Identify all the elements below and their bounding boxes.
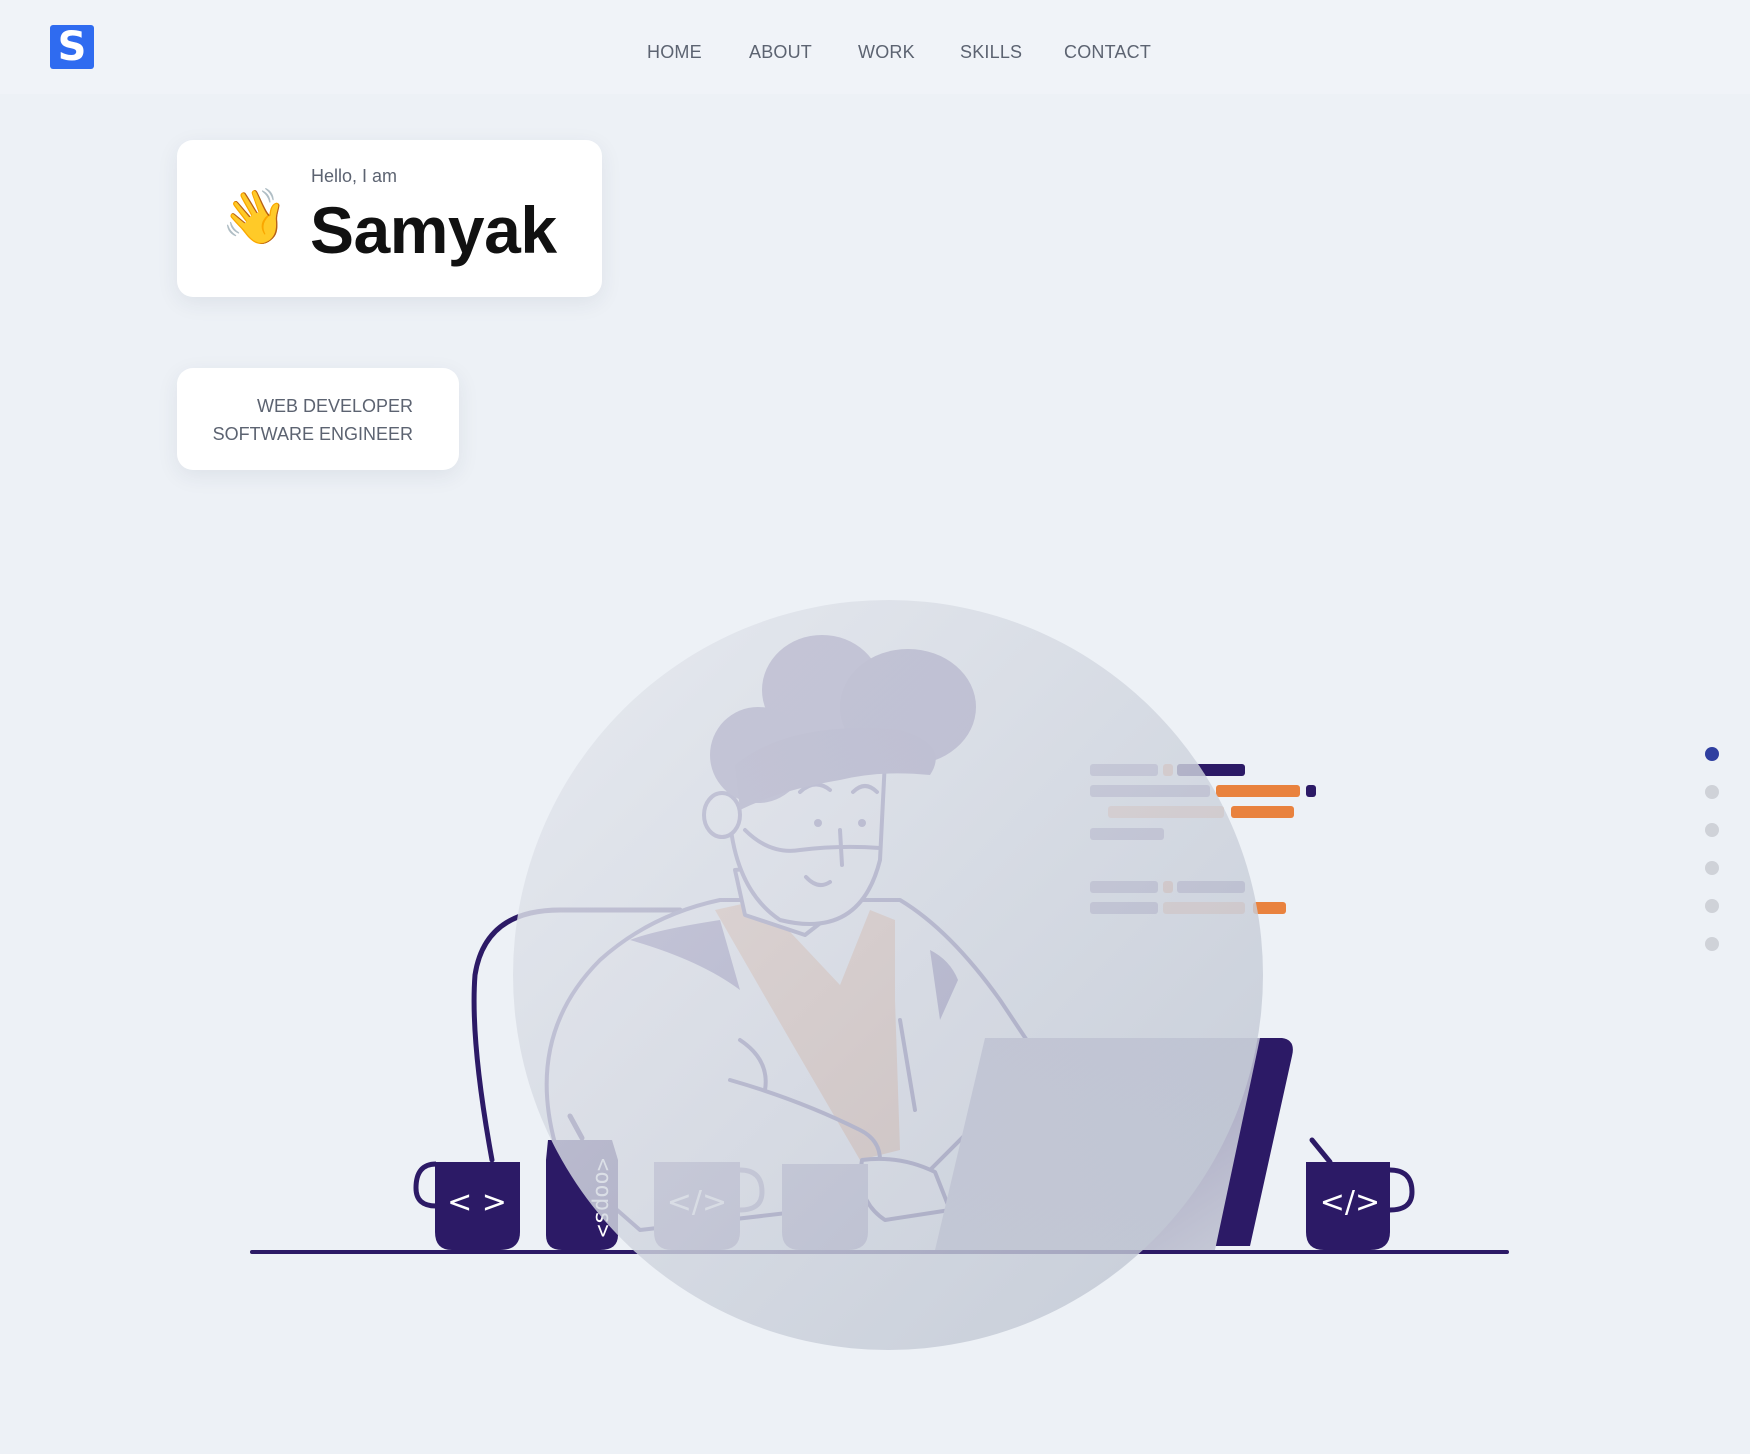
section-dot[interactable] xyxy=(1705,785,1719,799)
svg-text:< >: < > xyxy=(447,1185,507,1220)
section-dot[interactable] xyxy=(1705,937,1719,951)
section-dot[interactable] xyxy=(1705,899,1719,913)
developer-illustration: < > <oops> </> </> xyxy=(250,600,1509,1350)
svg-text:</>: </> xyxy=(1320,1185,1380,1220)
section-dots xyxy=(1705,747,1719,975)
background-bubble xyxy=(513,600,1263,1350)
mug-right: </> xyxy=(1306,1137,1415,1250)
section-dot[interactable] xyxy=(1705,823,1719,837)
mug-left: < > xyxy=(413,1161,520,1250)
section-dot[interactable] xyxy=(1705,747,1719,761)
section-dot[interactable] xyxy=(1705,861,1719,875)
